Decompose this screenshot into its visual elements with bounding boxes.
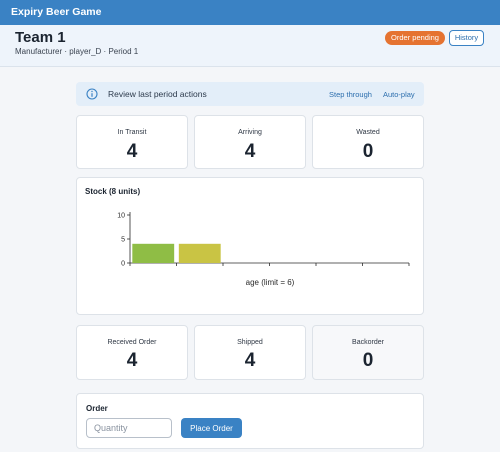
received-order-card: Received Order 4 bbox=[76, 325, 188, 380]
stat-value: 0 bbox=[362, 350, 374, 371]
stock-bar bbox=[132, 243, 175, 263]
y-tick-label: 10 bbox=[117, 213, 125, 220]
y-tick-label: 5 bbox=[121, 237, 125, 244]
stat-label: Shipped bbox=[237, 339, 263, 346]
place-order-button[interactable]: Place Order bbox=[181, 418, 242, 438]
x-axis-label: age (limit = 6) bbox=[246, 278, 295, 287]
stat-value: 4 bbox=[244, 350, 256, 371]
backorder-card: Backorder 0 bbox=[312, 325, 424, 380]
quantity-input[interactable] bbox=[86, 418, 172, 438]
order-title: Order bbox=[86, 404, 108, 413]
stat-value: 4 bbox=[126, 350, 138, 371]
stat-label: Backorder bbox=[352, 339, 384, 346]
stock-chart: 0 5 10 age (limit = 6) bbox=[117, 212, 410, 287]
y-tick-label: 0 bbox=[121, 261, 125, 268]
stock-bar bbox=[178, 243, 221, 263]
shipped-card: Shipped 4 bbox=[194, 325, 306, 380]
stat-label: Received Order bbox=[107, 339, 157, 346]
